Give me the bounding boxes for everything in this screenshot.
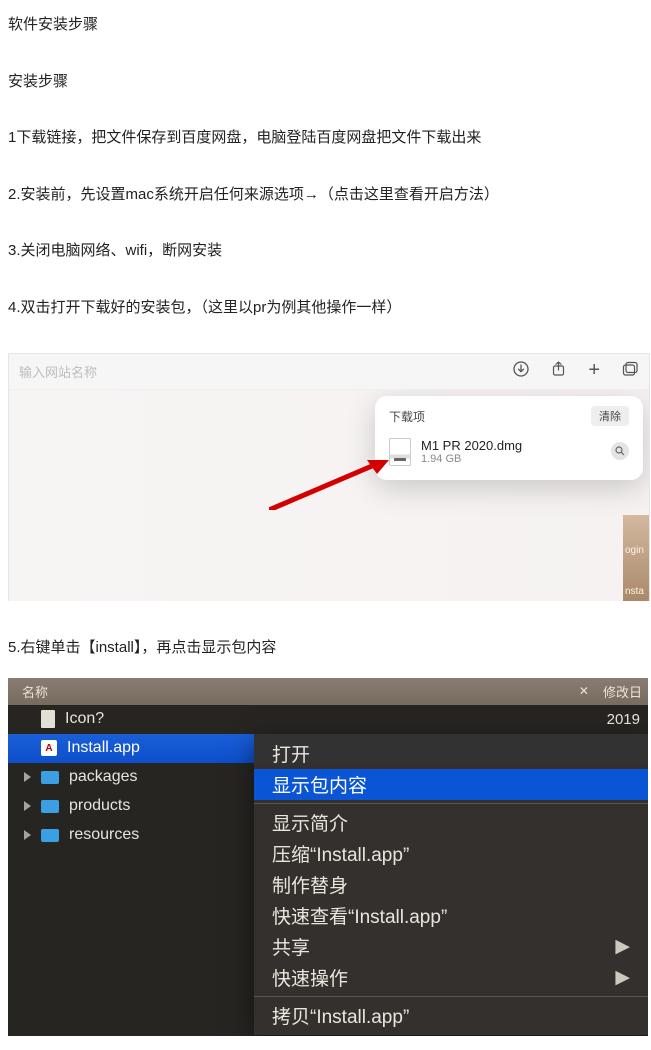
file-label: products <box>69 797 130 815</box>
col-name: 名称 <box>22 682 48 701</box>
file-date: 2019 <box>607 711 648 728</box>
folder-icon <box>41 800 59 813</box>
ctx-compress[interactable]: 压缩“Install.app” <box>254 838 648 869</box>
screenshot-finder: 名称 ✕ 修改日 Icon? 2019 A Install.app packag… <box>8 678 648 1036</box>
dmg-file-icon <box>389 438 411 466</box>
ctx-open[interactable]: 打开 <box>254 738 648 769</box>
disclosure-triangle-icon[interactable] <box>24 772 31 782</box>
step-3: 3.关闭电脑网络、wifi，断网安装 <box>8 240 643 263</box>
download-item[interactable]: M1 PR 2020.dmg 1.94 GB <box>389 438 629 466</box>
ctx-quicklook[interactable]: 快速查看“Install.app” <box>254 900 648 931</box>
file-label: resources <box>69 826 139 844</box>
ctx-show-package-contents[interactable]: 显示包内容 <box>254 769 648 800</box>
ctx-separator <box>254 996 648 997</box>
downloads-popup: 下载项 清除 M1 PR 2020.dmg 1.94 GB <box>375 396 643 480</box>
close-icon[interactable]: ✕ <box>579 684 589 698</box>
file-label: packages <box>69 768 138 786</box>
document-icon <box>41 710 55 728</box>
disclosure-triangle-icon[interactable] <box>24 801 31 811</box>
reveal-in-finder-icon[interactable] <box>611 442 629 460</box>
ctx-separator <box>254 803 648 804</box>
step-5: 5.右键单击【install】，再点击显示包内容 <box>8 637 643 660</box>
col-modified: 修改日 <box>603 682 642 701</box>
file-label: Icon? <box>65 710 104 728</box>
ctx-get-info[interactable]: 显示简介 <box>254 807 648 838</box>
submenu-arrow-icon: ▶ <box>615 966 630 989</box>
submenu-arrow-icon: ▶ <box>615 935 630 958</box>
file-row-icon[interactable]: Icon? 2019 <box>8 705 648 734</box>
ctx-make-alias[interactable]: 制作替身 <box>254 869 648 900</box>
doc-subtitle: 安装步骤 <box>8 71 643 94</box>
file-label: Install.app <box>67 739 140 757</box>
tabs-icon[interactable] <box>622 361 639 382</box>
file-size: 1.94 GB <box>421 453 522 465</box>
step-4: 4.双击打开下载好的安装包，（这里以pr为例其他操作一样） <box>8 297 643 320</box>
cropped-window-edge: ogin nsta <box>623 515 649 601</box>
popup-title: 下载项 <box>389 408 425 425</box>
folder-icon <box>41 829 59 842</box>
ctx-share[interactable]: 共享▶ <box>254 931 648 962</box>
step-2: 2.安装前，先设置mac系统开启任何来源选项→（点击这里查看开启方法） <box>8 184 643 207</box>
screenshot-downloads: 输入网站名称 + 下载项 清除 M1 PR 2020.dmg <box>8 353 650 601</box>
clear-button[interactable]: 清除 <box>591 406 629 426</box>
annotation-arrow-icon <box>269 460 389 510</box>
share-icon[interactable] <box>551 361 566 382</box>
ctx-copy[interactable]: 拷贝“Install.app” <box>254 1000 648 1031</box>
folder-icon <box>41 771 59 784</box>
address-bar[interactable]: 输入网站名称 + <box>9 354 649 390</box>
ctx-quick-actions[interactable]: 快速操作▶ <box>254 962 648 993</box>
file-name: M1 PR 2020.dmg <box>421 439 522 453</box>
app-icon: A <box>41 740 57 756</box>
doc-title: 软件安装步骤 <box>8 14 643 37</box>
context-menu: 打开 显示包内容 显示简介 压缩“Install.app” 制作替身 快速查看“… <box>254 734 648 1035</box>
finder-column-header: 名称 ✕ 修改日 <box>8 678 648 705</box>
downloads-icon[interactable] <box>513 361 529 382</box>
new-tab-icon[interactable]: + <box>588 359 600 382</box>
address-placeholder: 输入网站名称 <box>19 362 97 381</box>
disclosure-triangle-icon[interactable] <box>24 830 31 840</box>
step-1: 1下载链接，把文件保存到百度网盘，电脑登陆百度网盘把文件下载出来 <box>8 127 643 150</box>
